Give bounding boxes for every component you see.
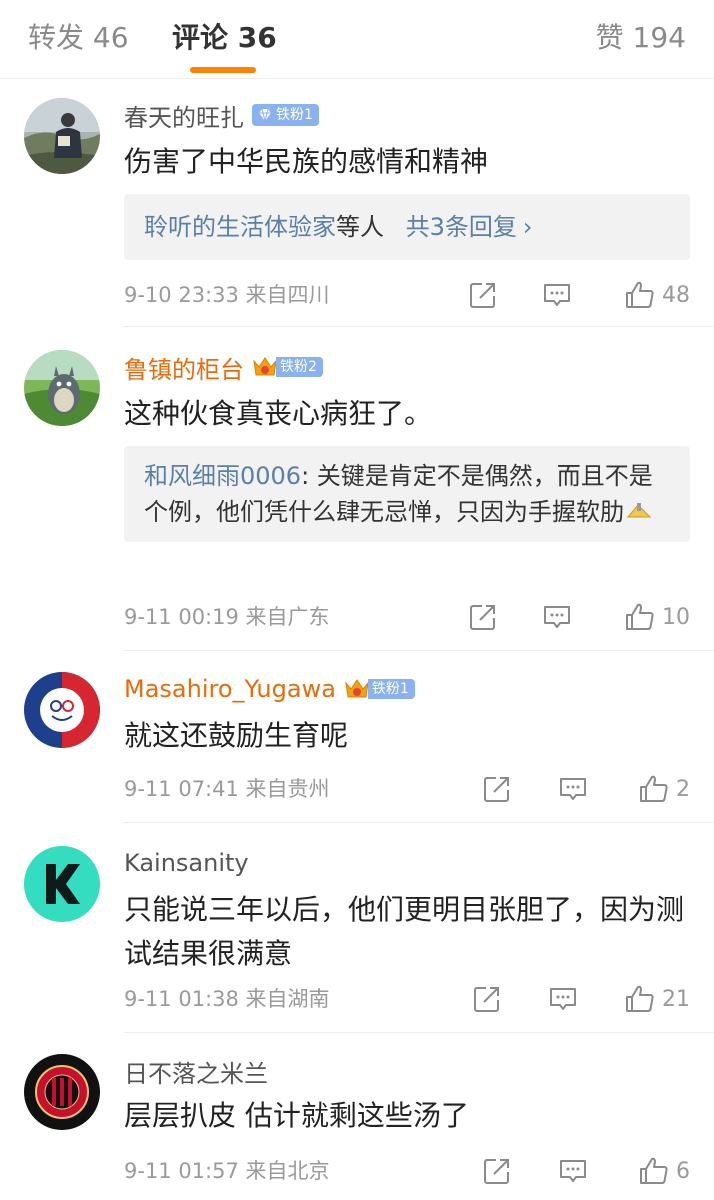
avatar[interactable] [24, 846, 100, 922]
tab-likes[interactable]: 赞 194 [596, 18, 686, 58]
comment-time: 9-11 01:38 来自湖南 [124, 987, 330, 1011]
reply-author[interactable]: 聆听的生活体验家 [144, 213, 336, 241]
tab-comments[interactable]: 评论 36 [172, 18, 277, 58]
comment-time: 9-11 01:57 来自北京 [124, 1159, 330, 1183]
comment-text: 这种伙食真丧心病狂了。 [124, 397, 433, 430]
fan-badge: 铁粉1 [252, 104, 319, 126]
fan-badge: 铁粉2 [252, 356, 323, 378]
reply-others: 等人 [336, 213, 384, 241]
thumbs-up-icon [640, 775, 668, 802]
avatar[interactable] [24, 350, 100, 426]
username[interactable]: Masahiro_Yugawa [124, 675, 336, 703]
comment-icon[interactable] [542, 280, 572, 310]
comment-icon[interactable] [558, 774, 588, 804]
diamond-icon [259, 108, 271, 122]
like-count: 48 [662, 282, 690, 308]
comment-icon[interactable] [558, 1156, 588, 1186]
comment-icon[interactable] [548, 984, 578, 1014]
fan-badge: 铁粉1 [344, 678, 415, 700]
emoji-icon [626, 503, 652, 518]
divider [124, 326, 714, 327]
thumbs-up-icon [626, 985, 654, 1012]
thumbs-up-icon [640, 1157, 668, 1184]
divider [124, 1032, 714, 1033]
avatar[interactable] [24, 1054, 100, 1130]
repost-icon[interactable] [472, 984, 502, 1014]
comment-text: 伤害了中华民族的感情和精神 [124, 145, 489, 178]
comment-icon[interactable] [542, 602, 572, 632]
divider [124, 822, 714, 823]
comment-text: 就这还鼓励生育呢 [124, 719, 349, 752]
comment-time: 9-11 00:19 来自广东 [124, 605, 330, 629]
divider [124, 650, 714, 651]
tab-bar: 转发 46 评论 36 赞 194 [0, 0, 714, 79]
comment-time: 9-11 07:41 来自贵州 [124, 777, 330, 801]
fan-badge-label: 铁粉1 [274, 105, 319, 125]
reply-count[interactable]: 共3条回复 [406, 213, 517, 241]
reply-quote[interactable]: 和风细雨0006: 关键是肯定不是偶然，而且不是个例，他们凭什么肆无忌惮，只因为… [124, 446, 690, 542]
username[interactable]: 鲁镇的柜台 [124, 350, 244, 385]
replies-preview[interactable]: 聆听的生活体验家等人 共3条回复 › [124, 194, 690, 260]
like-button[interactable]: 2 [638, 772, 690, 806]
like-count: 10 [662, 604, 690, 630]
like-button[interactable]: 21 [624, 982, 690, 1016]
thumbs-up-icon [626, 603, 654, 630]
like-count: 2 [676, 776, 690, 802]
repost-icon[interactable] [468, 602, 498, 632]
like-button[interactable]: 6 [638, 1154, 690, 1188]
repost-icon[interactable] [468, 280, 498, 310]
like-button[interactable]: 48 [624, 278, 690, 312]
comment-time: 9-10 23:33 来自四川 [124, 283, 330, 307]
fan-badge-label: 铁粉1 [367, 679, 415, 699]
fan-badge-label: 铁粉2 [276, 357, 323, 377]
username[interactable]: Kainsanity [124, 849, 249, 877]
avatar[interactable] [24, 98, 100, 174]
crown-icon [253, 357, 277, 376]
quote-author[interactable]: 和风细雨0006 [144, 462, 301, 490]
username[interactable]: 日不落之米兰 [124, 1054, 268, 1089]
avatar[interactable] [24, 672, 100, 748]
comment-text: 层层扒皮 估计就剩这些汤了 [124, 1099, 469, 1132]
like-count: 21 [662, 986, 690, 1012]
repost-icon[interactable] [482, 774, 512, 804]
comment-text: 只能说三年以后，他们更明目张胆了，因为测试结果很满意 [124, 893, 685, 970]
crown-icon [345, 679, 369, 698]
repost-icon[interactable] [482, 1156, 512, 1186]
chevron-right-icon: › [522, 213, 533, 241]
active-tab-indicator [190, 67, 256, 73]
like-count: 6 [676, 1158, 690, 1184]
username[interactable]: 春天的旺扎 [124, 98, 244, 133]
tab-reposts[interactable]: 转发 46 [28, 18, 129, 58]
like-button[interactable]: 10 [624, 600, 690, 634]
thumbs-up-icon [626, 281, 654, 308]
